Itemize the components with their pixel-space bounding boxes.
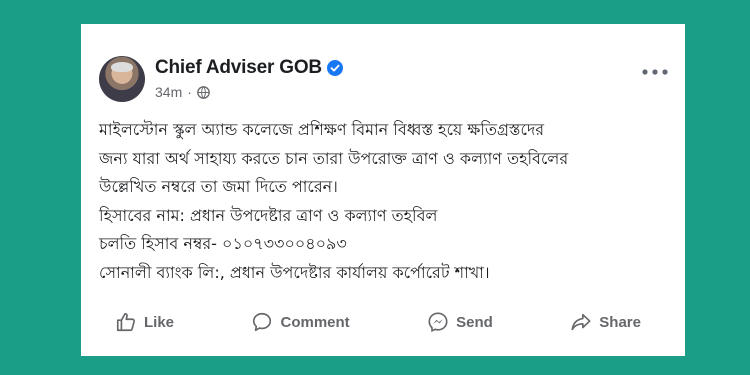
author-row: Chief Adviser GOB — [155, 57, 343, 79]
more-options-icon[interactable] — [641, 64, 669, 80]
verified-badge-icon — [326, 60, 343, 76]
share-label: Share — [599, 313, 641, 331]
account-number-line: চলতি হিসাব নম্বর- ০১০৭৩৩০০৪০৯৩ — [99, 234, 347, 253]
author-avatar[interactable] — [99, 56, 145, 102]
comment-button[interactable]: Comment — [251, 307, 350, 337]
like-label: Like — [144, 313, 175, 331]
share-arrow-icon — [571, 313, 591, 331]
post-timestamp[interactable]: 34m — [155, 84, 182, 100]
facebook-post-card: Chief Adviser GOB 34m · মাইলস্টোন স্কুল … — [81, 24, 685, 356]
comment-icon — [253, 312, 272, 332]
post-line: মাইলস্টোন স্কুল অ্যান্ড কলেজে প্রশিক্ষণ … — [99, 120, 545, 139]
messenger-icon — [428, 312, 448, 332]
meta-separator: · — [187, 84, 192, 100]
post-actions: Like Comment Send Share — [99, 307, 669, 337]
share-button[interactable]: Share — [570, 307, 641, 337]
post-line: উল্লেখিত নম্বরে তা জমা দিতে পারেন। — [99, 177, 338, 196]
post-line: জন্য যারা অর্থ সাহায্য করতে চান তারা উপর… — [99, 148, 569, 168]
like-button[interactable]: Like — [115, 307, 174, 337]
post-meta: 34m · — [155, 84, 210, 100]
send-label: Send — [456, 313, 493, 331]
bank-branch-line: সোনালী ব্যাংক লি:, প্রধান উপদেষ্টার কার্… — [99, 262, 490, 282]
account-name-line: হিসাবের নাম: প্রধান উপদেষ্টার ত্রাণ ও কল… — [99, 205, 438, 225]
author-name[interactable]: Chief Adviser GOB — [155, 57, 322, 79]
thumbs-up-icon — [116, 312, 135, 332]
globe-icon — [197, 85, 210, 99]
comment-label: Comment — [280, 313, 350, 331]
post-header: Chief Adviser GOB 34m · — [99, 56, 669, 106]
post-body: মাইলস্টোন স্কুল অ্যান্ড কলেজে প্রশিক্ষণ … — [99, 116, 673, 287]
send-button[interactable]: Send — [427, 307, 493, 337]
